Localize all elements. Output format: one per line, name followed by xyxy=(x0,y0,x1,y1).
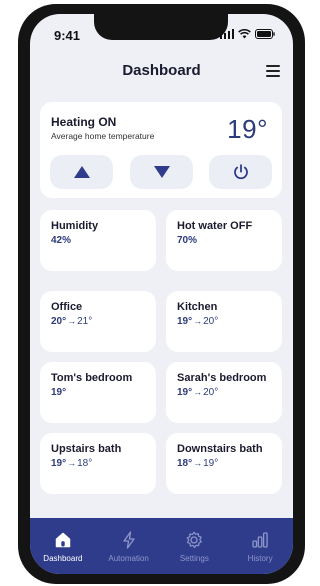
arrow-right-icon: → xyxy=(193,387,203,397)
tab-label: Dashboard xyxy=(43,554,83,563)
menu-icon[interactable] xyxy=(266,65,280,77)
heating-subtitle: Average home temperature xyxy=(51,131,155,141)
tile-value: 19°→18° xyxy=(51,458,93,469)
power-icon xyxy=(233,164,248,180)
tile-value: 20°→21° xyxy=(51,316,93,327)
tab-settings[interactable]: Settings xyxy=(163,530,225,563)
tab-label: History xyxy=(247,554,273,563)
heating-card: Heating ON Average home temperature 19° xyxy=(40,102,282,198)
tile-kitchen[interactable]: Kitchen 19°→20° xyxy=(166,291,282,352)
tab-label: Automation xyxy=(108,554,149,563)
home-icon xyxy=(55,532,71,548)
arrow-down-icon xyxy=(153,166,170,178)
battery-icon xyxy=(255,29,275,39)
lightning-icon xyxy=(122,531,135,549)
average-temperature: 19° xyxy=(227,114,268,144)
arrow-right-icon: → xyxy=(67,458,77,468)
tile-name: Humidity xyxy=(51,220,99,232)
tile-sarahs-bedroom[interactable]: Sarah's bedroom 19°→20° xyxy=(166,362,282,423)
tile-name: Sarah's bedroom xyxy=(177,372,267,384)
tile-value: 19°→20° xyxy=(177,316,219,327)
heating-status: Heating ON xyxy=(51,115,117,129)
tab-bar: Dashboard Automation Settings History xyxy=(30,518,293,574)
power-button[interactable] xyxy=(209,155,272,189)
status-icons xyxy=(219,29,276,39)
header: Dashboard xyxy=(30,62,293,82)
tile-office[interactable]: Office 20°→21° xyxy=(40,291,156,352)
tile-upstairs-bath[interactable]: Upstairs bath 19°→18° xyxy=(40,433,156,494)
app-screen: 9:41 Dashboard Heating ON Average home t… xyxy=(30,14,293,574)
tile-value: 19°→20° xyxy=(177,387,219,398)
tile-name: Tom's bedroom xyxy=(51,372,133,384)
arrow-up-icon xyxy=(73,166,90,178)
arrow-right-icon: → xyxy=(67,316,77,326)
arrow-right-icon: → xyxy=(193,458,203,468)
tab-dashboard[interactable]: Dashboard xyxy=(32,530,94,563)
tile-humidity[interactable]: Humidity 42% xyxy=(40,210,156,271)
tile-value: 18°→19° xyxy=(177,458,219,469)
phone-frame: 9:41 Dashboard Heating ON Average home t… xyxy=(18,4,305,584)
tile-name: Office xyxy=(51,301,83,313)
tile-value: 19° xyxy=(51,387,67,398)
tab-history[interactable]: History xyxy=(229,530,291,563)
gear-icon xyxy=(187,531,203,549)
tile-value: 42% xyxy=(51,235,72,246)
tile-downstairs-bath[interactable]: Downstairs bath 18°→19° xyxy=(166,433,282,494)
tile-name: Upstairs bath xyxy=(51,443,122,455)
wifi-icon xyxy=(238,29,251,39)
decrease-temperature-button[interactable] xyxy=(130,155,193,189)
notch xyxy=(94,14,228,40)
status-time: 9:41 xyxy=(54,28,81,43)
tile-toms-bedroom[interactable]: Tom's bedroom 19° xyxy=(40,362,156,423)
page-title: Dashboard xyxy=(122,62,201,79)
tile-hot-water[interactable]: Hot water OFF 70% xyxy=(166,210,282,271)
tab-label: Settings xyxy=(179,554,209,563)
bar-chart-icon xyxy=(252,532,268,548)
tile-name: Hot water OFF xyxy=(177,220,253,232)
tile-value: 70% xyxy=(177,235,198,246)
tile-name: Downstairs bath xyxy=(177,443,263,455)
tile-name: Kitchen xyxy=(177,301,218,313)
signal-icon xyxy=(219,29,234,39)
increase-temperature-button[interactable] xyxy=(50,155,113,189)
tab-automation[interactable]: Automation xyxy=(98,530,160,563)
arrow-right-icon: → xyxy=(193,316,203,326)
